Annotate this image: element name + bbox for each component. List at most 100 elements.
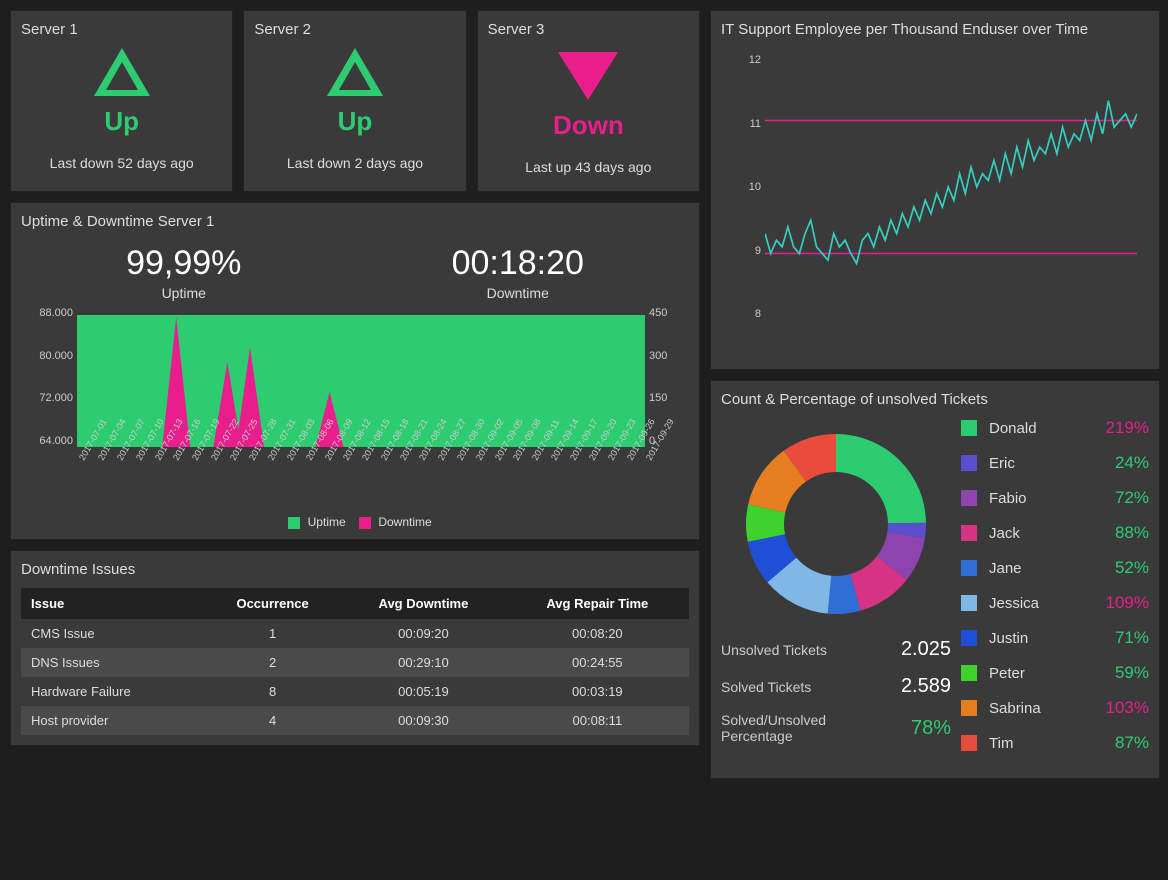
- cell: 00:24:55: [506, 648, 689, 677]
- x-tick: 2017-09-08: [511, 456, 532, 469]
- person-name: Jane: [989, 560, 1115, 577]
- person-row[interactable]: Eric24%: [961, 453, 1149, 473]
- downtime-issues-card: Downtime Issues IssueOccurrenceAvg Downt…: [10, 550, 700, 746]
- column-header[interactable]: Issue: [21, 588, 204, 619]
- server-3-card[interactable]: Server 3DownLast up 43 days ago: [477, 10, 700, 192]
- downtime-label: Downtime: [452, 285, 584, 301]
- x-tick: 2017-07-04: [96, 456, 117, 469]
- uptime-area-chart[interactable]: 88.00080.00072.00064.000 4503001500 2017…: [31, 307, 679, 477]
- stat-label: Solved Tickets: [721, 679, 811, 695]
- person-name: Sabrina: [989, 700, 1106, 717]
- y-tick: 12: [729, 54, 761, 66]
- tickets-card: Count & Percentage of unsolved Tickets U…: [710, 380, 1160, 779]
- x-tick: 2017-07-19: [190, 456, 211, 469]
- x-tick: 2017-09-05: [493, 456, 514, 469]
- y-tick: 80.000: [31, 350, 73, 362]
- stat-label: Unsolved Tickets: [721, 642, 827, 658]
- table-row[interactable]: Hardware Failure800:05:1900:03:19: [21, 677, 689, 706]
- x-tick: 2017-08-09: [323, 456, 344, 469]
- color-swatch-icon: [961, 595, 977, 611]
- x-tick: 2017-08-24: [417, 456, 438, 469]
- x-tick: 2017-07-01: [77, 456, 98, 469]
- color-swatch-icon: [961, 490, 977, 506]
- table-row[interactable]: CMS Issue100:09:2000:08:20: [21, 619, 689, 648]
- card-title: Downtime Issues: [21, 561, 689, 578]
- person-row[interactable]: Fabio72%: [961, 488, 1149, 508]
- legend-uptime-label: Uptime: [308, 515, 346, 529]
- x-tick: 2017-07-28: [247, 456, 268, 469]
- person-percentage: 219%: [1106, 418, 1149, 438]
- legend-downtime-label: Downtime: [378, 515, 431, 529]
- color-swatch-icon: [961, 560, 977, 576]
- y-tick: 450: [649, 307, 679, 319]
- stat-value: 2.589: [901, 675, 951, 698]
- card-title: IT Support Employee per Thousand Enduser…: [721, 21, 1149, 38]
- card-title: Uptime & Downtime Server 1: [21, 213, 689, 230]
- cell: 00:03:19: [506, 677, 689, 706]
- color-swatch-icon: [961, 630, 977, 646]
- x-tick: 2017-09-26: [625, 456, 646, 469]
- y-tick: 8: [729, 308, 761, 320]
- cell: 00:05:19: [341, 677, 506, 706]
- y-tick: 64.000: [31, 435, 73, 447]
- person-row[interactable]: Jane52%: [961, 558, 1149, 578]
- person-row[interactable]: Sabrina103%: [961, 698, 1149, 718]
- uptime-kpi: 99,99% Uptime: [126, 244, 241, 301]
- donut-chart[interactable]: [736, 424, 936, 624]
- y-tick: 150: [649, 392, 679, 404]
- server-title: Server 3: [488, 21, 689, 38]
- cell: 00:09:30: [341, 706, 506, 735]
- stat-label: Solved/Unsolved Percentage: [721, 712, 851, 744]
- person-row[interactable]: Jessica109%: [961, 593, 1149, 613]
- x-tick: 2017-07-22: [209, 456, 230, 469]
- x-tick: 2017-08-21: [398, 456, 419, 469]
- color-swatch-icon: [961, 420, 977, 436]
- person-percentage: 59%: [1115, 663, 1149, 683]
- donut-slice[interactable]: [836, 434, 926, 523]
- person-row[interactable]: Justin71%: [961, 628, 1149, 648]
- y-tick: 88.000: [31, 307, 73, 319]
- column-header[interactable]: Avg Repair Time: [506, 588, 689, 619]
- server-status: Up: [254, 106, 455, 137]
- person-row[interactable]: Tim87%: [961, 733, 1149, 753]
- cell: 00:29:10: [341, 648, 506, 677]
- triangle-down-icon: [558, 52, 618, 100]
- x-tick: 2017-07-13: [153, 456, 174, 469]
- cell: 00:08:20: [506, 619, 689, 648]
- y-tick: 11: [729, 118, 761, 130]
- stat-value: 2.025: [901, 638, 951, 661]
- card-title: Count & Percentage of unsolved Tickets: [721, 391, 1149, 408]
- x-tick: 2017-09-02: [474, 456, 495, 469]
- y-tick: 300: [649, 350, 679, 362]
- person-name: Peter: [989, 665, 1115, 682]
- person-name: Jack: [989, 525, 1115, 542]
- downtime-kpi: 00:18:20 Downtime: [452, 244, 584, 301]
- cell: CMS Issue: [21, 619, 204, 648]
- column-header[interactable]: Occurrence: [204, 588, 341, 619]
- table-row[interactable]: DNS Issues200:29:1000:24:55: [21, 648, 689, 677]
- color-swatch-icon: [961, 735, 977, 751]
- cell: Hardware Failure: [21, 677, 204, 706]
- table-row[interactable]: Host provider400:09:3000:08:11: [21, 706, 689, 735]
- cell: 1: [204, 619, 341, 648]
- person-name: Donald: [989, 420, 1106, 437]
- color-swatch-icon: [961, 525, 977, 541]
- server-1-card[interactable]: Server 1UpLast down 52 days ago: [10, 10, 233, 192]
- x-tick: 2017-08-12: [341, 456, 362, 469]
- x-tick: 2017-08-18: [379, 456, 400, 469]
- column-header[interactable]: Avg Downtime: [341, 588, 506, 619]
- person-row[interactable]: Jack88%: [961, 523, 1149, 543]
- cell: DNS Issues: [21, 648, 204, 677]
- person-row[interactable]: Peter59%: [961, 663, 1149, 683]
- stat-value: 78%: [911, 717, 951, 740]
- person-row[interactable]: Donald219%: [961, 418, 1149, 438]
- line-chart[interactable]: 12111098: [729, 48, 1141, 338]
- ticket-stat: Unsolved Tickets 2.025: [721, 638, 951, 661]
- person-percentage: 87%: [1115, 733, 1149, 753]
- cell: 00:09:20: [341, 619, 506, 648]
- person-name: Fabio: [989, 490, 1115, 507]
- x-tick: 2017-08-30: [455, 456, 476, 469]
- server-2-card[interactable]: Server 2UpLast down 2 days ago: [243, 10, 466, 192]
- ticket-stat: Solved/Unsolved Percentage 78%: [721, 712, 951, 744]
- uptime-label: Uptime: [126, 285, 241, 301]
